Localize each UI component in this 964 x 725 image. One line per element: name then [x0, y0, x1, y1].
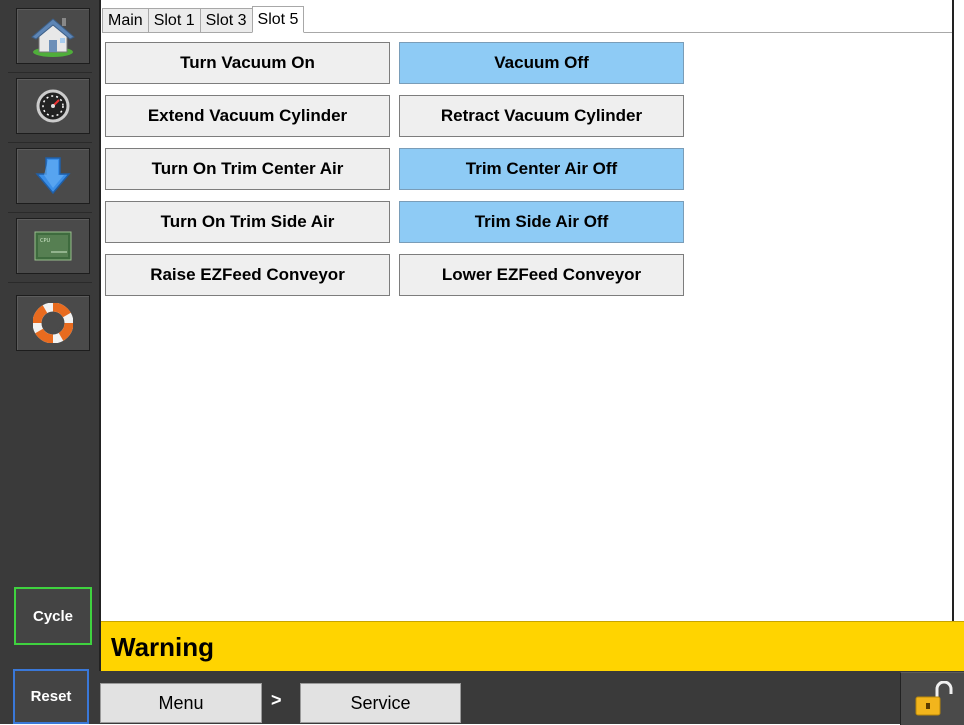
- tab-bar: Main Slot 1 Slot 3 Slot 5: [102, 6, 305, 34]
- vacuum-off-button[interactable]: Vacuum Off: [399, 42, 684, 84]
- svg-text:CPU: CPU: [40, 238, 51, 244]
- breadcrumb-menu[interactable]: Menu: [100, 683, 262, 723]
- turn-vacuum-on-button[interactable]: Turn Vacuum On: [105, 42, 390, 84]
- tab-slot-1[interactable]: Slot 1: [147, 8, 201, 33]
- cpu-button[interactable]: CPU: [16, 218, 90, 274]
- trim-center-air-off-button[interactable]: Trim Center Air Off: [399, 148, 684, 190]
- raise-ezfeed-conveyor-button[interactable]: Raise EZFeed Conveyor: [105, 254, 390, 296]
- extend-vacuum-cylinder-button[interactable]: Extend Vacuum Cylinder: [105, 95, 390, 137]
- lock-button[interactable]: [900, 672, 964, 725]
- gauge-button[interactable]: [16, 78, 90, 134]
- retract-vacuum-cylinder-button[interactable]: Retract Vacuum Cylinder: [399, 95, 684, 137]
- life-ring-icon: [33, 303, 73, 343]
- reset-button[interactable]: Reset: [13, 669, 89, 724]
- gauge-icon: [36, 89, 70, 123]
- breadcrumb-separator: >: [271, 690, 282, 710]
- sidebar: CPU Cycle: [0, 0, 101, 672]
- warning-banner: Warning: [101, 621, 964, 671]
- frame-border: [952, 0, 954, 672]
- warning-text: Warning: [111, 632, 215, 662]
- tab-slot-5[interactable]: Slot 5: [251, 6, 305, 33]
- home-icon: [31, 18, 75, 57]
- tab-underline: [102, 32, 952, 33]
- cpu-icon: CPU: [34, 231, 72, 261]
- download-arrow-icon: [35, 157, 71, 195]
- turn-on-trim-center-air-button[interactable]: Turn On Trim Center Air: [105, 148, 390, 190]
- tab-main[interactable]: Main: [102, 8, 149, 33]
- turn-on-trim-side-air-button[interactable]: Turn On Trim Side Air: [105, 201, 390, 243]
- trim-side-air-off-button[interactable]: Trim Side Air Off: [399, 201, 684, 243]
- cycle-button[interactable]: Cycle: [14, 587, 92, 645]
- home-button[interactable]: [16, 8, 90, 64]
- lower-ezfeed-conveyor-button[interactable]: Lower EZFeed Conveyor: [399, 254, 684, 296]
- unlocked-padlock-icon: [915, 681, 953, 716]
- help-button[interactable]: [16, 295, 90, 351]
- download-button[interactable]: [16, 148, 90, 204]
- breadcrumb-service[interactable]: Service: [300, 683, 461, 723]
- tab-slot-3[interactable]: Slot 3: [199, 8, 253, 33]
